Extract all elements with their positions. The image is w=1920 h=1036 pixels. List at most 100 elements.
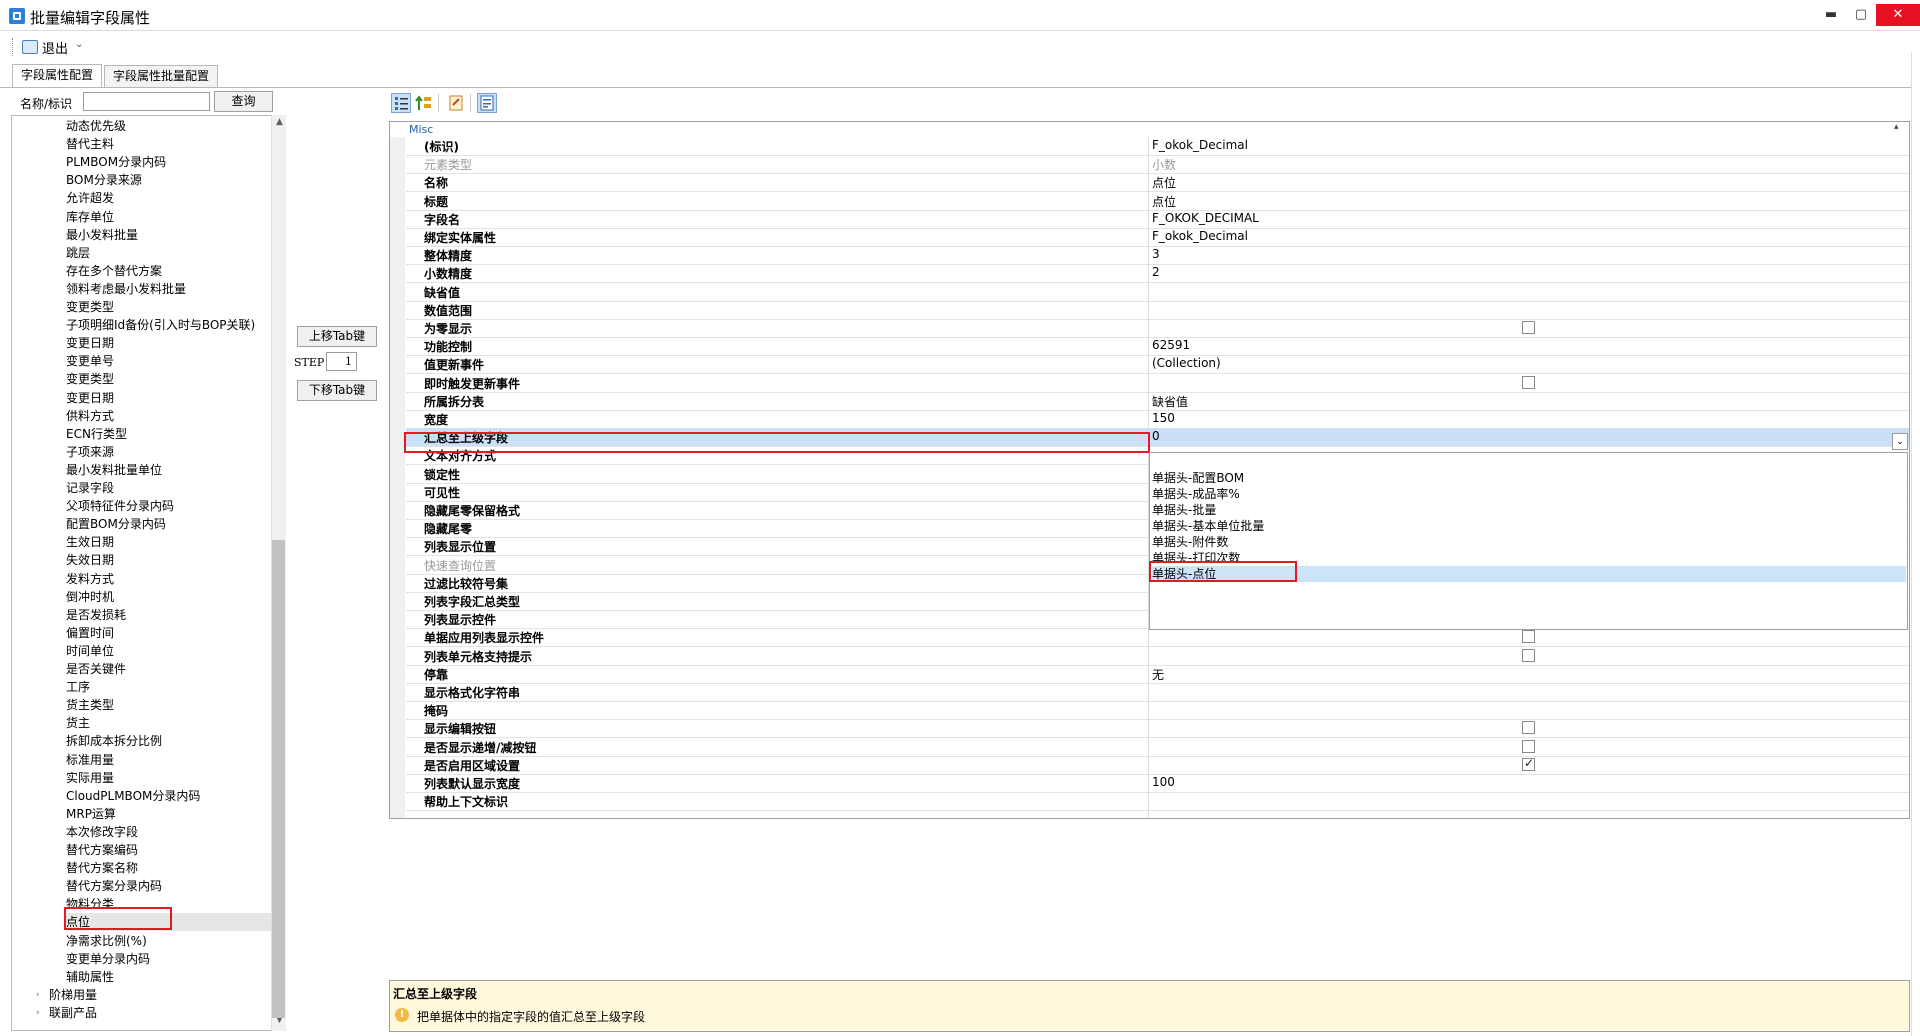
property-row[interactable]: 元素类型 小数	[406, 155, 1909, 174]
tree-item[interactable]: 跳层	[66, 244, 90, 262]
dropdown-option[interactable]: 单据头-附件数	[1152, 534, 1906, 550]
property-checkbox[interactable]	[1522, 630, 1535, 643]
property-value[interactable]: 150	[1152, 411, 1175, 425]
tree-item[interactable]: 库存单位	[66, 208, 114, 226]
property-row[interactable]: 字段名 F_OKOK_DECIMAL	[406, 210, 1909, 229]
property-row[interactable]: 数值范围	[406, 301, 1909, 320]
sort-alphabetical-icon[interactable]	[414, 93, 434, 113]
tree-item[interactable]: 变更单号	[66, 352, 114, 370]
tree-item[interactable]: 倒冲时机	[66, 588, 114, 606]
property-row[interactable]: 整体精度 3	[406, 246, 1909, 265]
property-checkbox[interactable]	[1522, 376, 1535, 389]
tree-group[interactable]: 联副产品	[49, 1004, 97, 1022]
property-row[interactable]: 列表默认显示宽度 100	[406, 774, 1909, 793]
property-value[interactable]: F_okok_Decimal	[1152, 229, 1248, 243]
tree-item[interactable]: BOM分录来源	[66, 171, 142, 189]
tree-item[interactable]: 替代方案名称	[66, 859, 138, 877]
tree-item[interactable]: 供料方式	[66, 407, 114, 425]
category-header[interactable]	[390, 122, 1909, 137]
property-row[interactable]: 停靠 无	[406, 665, 1909, 684]
field-tree[interactable]: 动态优先级 替代主料 PLMBOM分录内码 BOM分录来源 允许超发 库存单位 最小发料批量…	[11, 115, 286, 1031]
dropdown-option[interactable]: 单据头-批量	[1152, 502, 1906, 518]
property-pages-icon[interactable]	[446, 93, 466, 113]
tree-item[interactable]: 生效日期	[66, 533, 114, 551]
tree-item[interactable]: 变更类型	[66, 298, 114, 316]
property-row[interactable]: 值更新事件 (Collection)	[406, 355, 1909, 374]
tree-item[interactable]: 货主	[66, 714, 90, 732]
collapse-icon[interactable]: ▴	[1894, 122, 1899, 132]
property-row[interactable]: 标题 点位	[406, 192, 1909, 211]
tree-item[interactable]: 是否关键件	[66, 660, 126, 678]
tree-item[interactable]: 父项特征件分录内码	[66, 497, 174, 515]
tree-item[interactable]: 替代方案分录内码	[66, 877, 162, 895]
tree-item[interactable]: 拆卸成本拆分比例	[66, 732, 162, 750]
property-value[interactable]: 3	[1152, 247, 1160, 261]
tree-item[interactable]: 标准用量	[66, 751, 114, 769]
expand-arrow-icon[interactable]: ›	[36, 986, 40, 1004]
tree-item[interactable]: 领料考虑最小发料批量	[66, 280, 186, 298]
minimize-button[interactable]: ▬	[1816, 4, 1846, 26]
property-value[interactable]: F_okok_Decimal	[1152, 138, 1248, 152]
property-checkbox[interactable]	[1522, 721, 1535, 734]
property-value[interactable]: (Collection)	[1152, 356, 1221, 370]
property-value[interactable]: F_OKOK_DECIMAL	[1152, 211, 1259, 225]
property-row[interactable]: 列表单元格支持提示	[406, 647, 1909, 666]
tree-item[interactable]: 工序	[66, 678, 90, 696]
property-row[interactable]: 所属拆分表 缺省值	[406, 392, 1909, 411]
exit-button[interactable]: 退出	[42, 38, 68, 57]
tree-item[interactable]: 辅助属性	[66, 968, 114, 986]
dropdown-chevron-icon[interactable]: ⌄	[1892, 433, 1908, 450]
property-value[interactable]: 缺省值	[1152, 393, 1188, 410]
tree-scroll-thumb[interactable]	[272, 540, 285, 1018]
expand-arrow-icon[interactable]: ›	[36, 1004, 40, 1022]
property-value[interactable]: 62591	[1152, 338, 1190, 352]
tree-item[interactable]: ECN行类型	[66, 425, 127, 443]
search-input[interactable]	[83, 92, 210, 111]
property-value[interactable]: 0	[1152, 429, 1160, 443]
tree-item[interactable]: 失效日期	[66, 551, 114, 569]
dropdown-option[interactable]: 单据头-基本单位批量	[1152, 518, 1906, 534]
tree-item[interactable]: 变更单分录内码	[66, 950, 150, 968]
property-value[interactable]: 2	[1152, 265, 1160, 279]
property-row[interactable]: 单据应用列表显示控件	[406, 628, 1909, 647]
tree-item[interactable]: 存在多个替代方案	[66, 262, 162, 280]
property-row[interactable]: 显示格式化字符串	[406, 683, 1909, 702]
property-checkbox[interactable]	[1522, 740, 1535, 753]
property-checkbox[interactable]	[1522, 321, 1535, 334]
property-row[interactable]: 掩码	[406, 701, 1909, 720]
tree-item[interactable]: 变更日期	[66, 334, 114, 352]
tree-item[interactable]: 记录字段	[66, 479, 114, 497]
property-row[interactable]: 小数精度 2	[406, 264, 1909, 283]
property-row[interactable]: 绑定实体属性 F_okok_Decimal	[406, 228, 1909, 247]
tree-group[interactable]: 阶梯用量	[49, 986, 97, 1004]
tree-item[interactable]: 最小发料批量	[66, 226, 138, 244]
tree-item[interactable]: 最小发料批量单位	[66, 461, 162, 479]
property-row[interactable]: 是否显示递增/减按钮	[406, 738, 1909, 757]
tree-item[interactable]: CloudPLMBOM分录内码	[66, 787, 200, 805]
tree-item[interactable]: 子项来源	[66, 443, 114, 461]
tree-item[interactable]: PLMBOM分录内码	[66, 153, 166, 171]
property-row[interactable]: 缺省值	[406, 283, 1909, 302]
dropdown-option[interactable]: 单据头-配置BOM	[1152, 470, 1906, 486]
property-row[interactable]: (标识) F_okok_Decimal	[406, 137, 1909, 156]
tree-item[interactable]: 发料方式	[66, 570, 114, 588]
property-value[interactable]: 点位	[1152, 193, 1176, 210]
move-down-tab-button[interactable]: 下移Tab键	[297, 380, 377, 401]
move-up-tab-button[interactable]: 上移Tab键	[297, 326, 377, 347]
tree-item[interactable]: 子项明细Id备份(引入时与BOP关联)	[66, 316, 255, 334]
property-row[interactable]: 宽度 150	[406, 410, 1909, 429]
property-value[interactable]: 无	[1152, 666, 1164, 683]
tree-item[interactable]: 替代方案编码	[66, 841, 138, 859]
tab-field-attribute-config[interactable]: 字段属性配置	[12, 64, 103, 88]
tree-item[interactable]: 净需求比例(%)	[66, 932, 147, 950]
tree-item[interactable]: 允许超发	[66, 189, 114, 207]
property-checkbox[interactable]	[1522, 756, 1535, 771]
exit-dropdown-chevron-icon[interactable]: ⌄	[75, 39, 83, 50]
property-row[interactable]: 帮助上下文标识	[406, 792, 1909, 811]
tree-item[interactable]: 实际用量	[66, 769, 114, 787]
step-input[interactable]: 1	[326, 352, 357, 371]
property-row[interactable]: 功能控制 62591	[406, 337, 1909, 356]
property-row[interactable]: 是否启用区域设置	[406, 756, 1909, 775]
property-row[interactable]: 为零显示	[406, 319, 1909, 338]
dropdown-list[interactable]: 单据头-配置BOM 单据头-成品率% 单据头-批量 单据头-基本单位批量 单据头-附件数…	[1149, 452, 1908, 630]
